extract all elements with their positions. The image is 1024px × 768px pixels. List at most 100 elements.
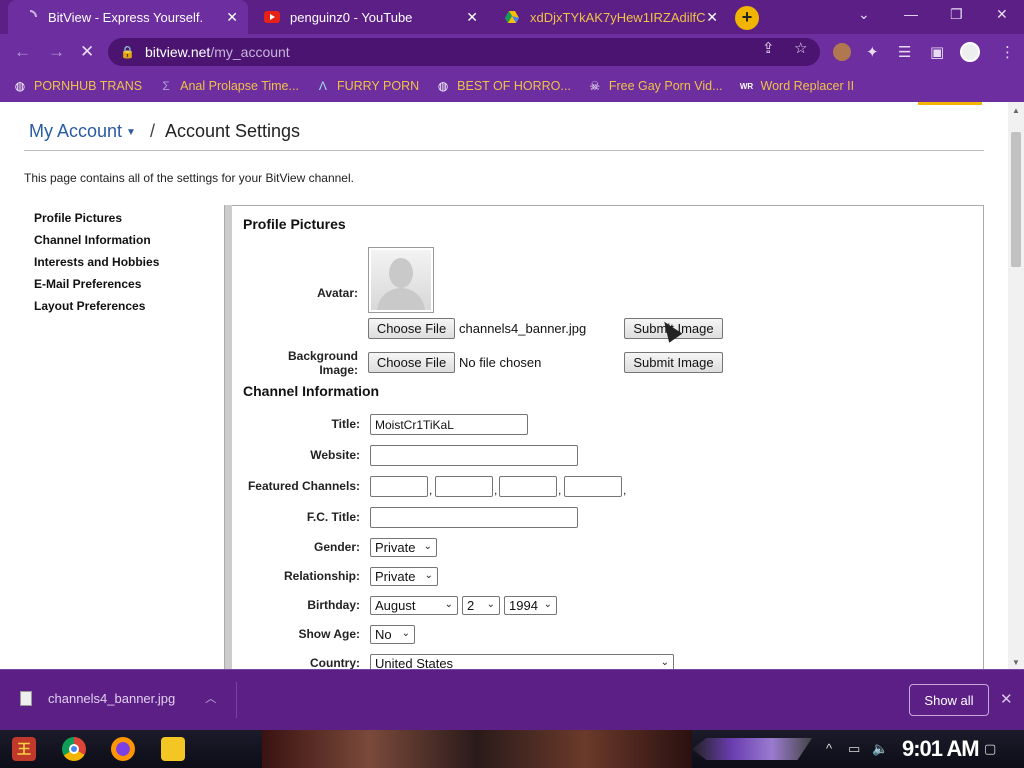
background-submit-button[interactable]: Submit Image — [624, 352, 723, 373]
tab-title: penguinz0 - YouTube — [290, 9, 413, 25]
scrollbar-thumb[interactable] — [1011, 132, 1021, 267]
taskbar-banner-image — [262, 730, 692, 768]
taskbar-clock[interactable]: 9:01 AM — [902, 736, 980, 762]
default-avatar-icon — [371, 250, 431, 310]
gender-label: Gender: — [313, 540, 360, 554]
volume-icon[interactable]: 🔈 — [872, 741, 888, 757]
title-input[interactable]: MoistCr1TiKaL — [370, 414, 528, 435]
stop-loading-icon[interactable]: ✕ — [80, 42, 94, 62]
country-value: United States — [375, 656, 454, 669]
close-tab-icon[interactable]: ✕ — [226, 9, 238, 26]
gender-select[interactable]: Private ⌄ — [370, 538, 437, 557]
birthday-label: Birthday: — [307, 598, 360, 612]
background-file-name: No file chosen — [459, 355, 542, 370]
notification-icon[interactable]: ▢ — [984, 741, 996, 757]
reading-list-icon[interactable]: ☰ — [898, 43, 911, 61]
featured-channel-input[interactable] — [499, 476, 557, 497]
chrome-icon[interactable] — [62, 737, 86, 761]
bookmark-item[interactable]: WR Word Replacer II — [739, 78, 855, 94]
back-icon[interactable]: ← — [14, 42, 31, 62]
tab-bitview[interactable]: BitView - Express Yourself. ✕ — [8, 0, 248, 34]
sidenav-item-channel-information[interactable]: Channel Information — [34, 233, 151, 247]
breadcrumb-separator: / — [149, 121, 155, 141]
comma-separator: , — [494, 483, 498, 497]
sidenav-item-layout-preferences[interactable]: Layout Preferences — [34, 299, 145, 313]
minimize-icon[interactable]: — — [904, 6, 918, 22]
avatar-file-name: channels4_banner.jpg — [459, 321, 587, 336]
avatar-choose-file-button[interactable]: Choose File — [368, 318, 455, 339]
new-tab-button[interactable]: + — [735, 6, 759, 30]
start-button-icon[interactable]: 王 — [12, 737, 36, 761]
page-scrollbar[interactable]: ▲ ▼ — [1008, 102, 1024, 669]
chevron-down-icon: ⌄ — [423, 541, 432, 552]
featured-channel-input[interactable] — [370, 476, 428, 497]
forward-icon[interactable]: → — [48, 42, 65, 62]
birthday-year-select[interactable]: 1994 ⌄ — [504, 596, 557, 615]
chevron-down-icon: ⌄ — [444, 599, 453, 610]
featured-channel-input[interactable] — [435, 476, 493, 497]
bookmark-star-icon[interactable]: ☆ — [794, 39, 807, 57]
skull-icon: ☠ — [589, 79, 601, 93]
file-icon — [20, 690, 32, 706]
drive-icon — [504, 9, 520, 25]
extension-avatar-icon[interactable] — [833, 43, 851, 61]
comma-separator: , — [558, 483, 562, 497]
firefox-icon[interactable] — [111, 737, 135, 761]
my-account-link[interactable]: My Account — [29, 121, 122, 141]
address-bar[interactable]: 🔒 bitview.net/my_account — [108, 38, 820, 66]
bookmark-label: Free Gay Porn Vid... — [608, 79, 723, 93]
chevron-down-icon[interactable]: ▼ — [126, 127, 136, 138]
chevron-down-icon: ⌄ — [486, 599, 495, 610]
featured-channel-input[interactable] — [564, 476, 622, 497]
download-item[interactable]: channels4_banner.jpg ︿ — [20, 690, 216, 706]
bookmark-label: Word Replacer II — [760, 79, 855, 93]
tab-drive[interactable]: xdDjxTYkAK7yHew1IRZAdilfC ✕ — [490, 0, 728, 34]
share-icon[interactable]: ⇪ — [762, 39, 775, 57]
tab-youtube[interactable]: penguinz0 - YouTube ✕ — [250, 0, 488, 34]
tab-title: xdDjxTYkAK7yHew1IRZAdilfC — [530, 9, 706, 25]
chevron-down-icon: ⌄ — [543, 599, 552, 610]
profile-avatar-icon[interactable] — [960, 42, 980, 62]
tab-search-icon[interactable]: ⌄ — [858, 6, 870, 23]
background-choose-file-button[interactable]: Choose File — [368, 352, 455, 373]
birthday-day-value: 2 — [467, 598, 475, 613]
wr-extension-icon: WR — [739, 81, 754, 91]
scroll-down-icon[interactable]: ▼ — [1012, 658, 1020, 667]
close-icon[interactable]: ✕ — [1000, 690, 1013, 708]
file-explorer-icon[interactable] — [161, 737, 185, 761]
network-icon[interactable]: ▭ — [848, 741, 860, 757]
close-window-icon[interactable]: ✕ — [996, 6, 1008, 23]
lambda-icon: Λ — [318, 79, 327, 93]
bookmark-item[interactable]: Λ FURRY PORN — [315, 78, 419, 94]
website-input[interactable] — [370, 445, 578, 466]
restore-icon[interactable]: ❐ — [950, 6, 963, 23]
bookmark-item[interactable]: ☠ Free Gay Porn Vid... — [587, 78, 723, 94]
fc-title-input[interactable] — [370, 507, 578, 528]
scroll-up-icon[interactable]: ▲ — [1012, 106, 1020, 115]
bookmark-label: PORNHUB TRANS — [34, 79, 143, 93]
close-tab-icon[interactable]: ✕ — [706, 9, 718, 26]
lock-icon: 🔒 — [120, 45, 135, 59]
country-select[interactable]: United States ⌄ — [370, 654, 674, 669]
menu-kebab-icon[interactable]: ⋮ — [1000, 43, 1015, 61]
bookmark-label: Anal Prolapse Time... — [180, 79, 299, 93]
sidenav-item-interests-hobbies[interactable]: Interests and Hobbies — [34, 255, 159, 269]
bookmark-item[interactable]: ◍ PORNHUB TRANS — [12, 78, 142, 94]
bookmark-item[interactable]: Σ Anal Prolapse Time... — [158, 78, 299, 94]
chevron-up-icon[interactable]: ^ — [826, 741, 832, 756]
country-label: Country: — [310, 656, 360, 669]
chevron-up-icon[interactable]: ︿ — [205, 690, 216, 706]
bookmark-item[interactable]: ◍ BEST OF HORRO... — [435, 78, 571, 94]
sidenav-item-email-preferences[interactable]: E-Mail Preferences — [34, 277, 141, 291]
gender-value: Private — [375, 540, 416, 555]
show-all-button[interactable]: Show all — [909, 684, 989, 716]
show-age-select[interactable]: No ⌄ — [370, 625, 415, 644]
birthday-month-select[interactable]: August ⌄ — [370, 596, 458, 615]
relationship-select[interactable]: Private ⌄ — [370, 567, 438, 586]
close-tab-icon[interactable]: ✕ — [466, 9, 478, 26]
side-panel-icon[interactable]: ▣ — [930, 43, 944, 61]
birthday-day-select[interactable]: 2 ⌄ — [462, 596, 500, 615]
header-accent — [918, 102, 982, 105]
extensions-puzzle-icon[interactable]: ✦ — [866, 43, 879, 61]
sidenav-item-profile-pictures[interactable]: Profile Pictures — [34, 211, 122, 225]
